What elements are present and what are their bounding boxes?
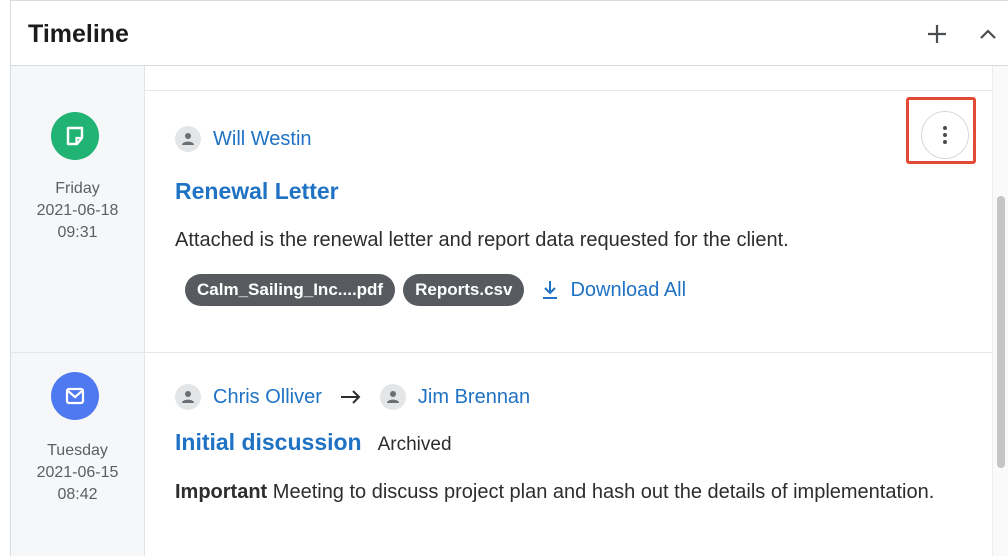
timeline-panel: Timeline Friday 2021-06-18 09:31 Will We… [10,0,1008,556]
plus-icon[interactable] [926,23,948,45]
more-vertical-icon [943,126,947,144]
status-label: Archived [377,434,452,455]
chevron-up-icon[interactable] [979,28,997,40]
to-link[interactable]: Jim Brennan [418,386,530,409]
subject-link[interactable]: Initial discussion [175,429,362,456]
panel-title: Timeline [28,20,129,48]
download-icon [543,281,558,299]
description-text: Meeting to discuss project plan and hash… [272,481,935,503]
timeline-entry: Tuesday 2021-06-15 08:42 Chris Olliver J… [11,352,993,556]
author-row: Will Westin [175,126,312,152]
scrollbar-thumb[interactable] [997,196,1005,468]
attachment-pill[interactable]: Calm_Sailing_Inc....pdf [185,274,396,306]
more-actions-button[interactable] [921,111,969,159]
arrow-right-icon [340,390,361,404]
subject-link[interactable]: Renewal Letter [175,178,339,205]
previous-entry-edge [144,66,993,91]
scrollbar-track[interactable] [992,66,1008,556]
note-icon [51,112,99,160]
email-icon [51,372,99,420]
participants-row: Chris Olliver Jim Brennan [175,384,530,410]
timeline-entry: Friday 2021-06-18 09:31 Will Westin Rene… [11,90,993,353]
user-icon [175,384,201,410]
attachments-row: Calm_Sailing_Inc....pdf Reports.csv Down… [185,274,686,306]
download-all-link[interactable]: Download All [540,279,686,302]
download-all-label: Download All [570,278,687,301]
subject-row: Renewal Letter [175,178,339,205]
author-link[interactable]: Will Westin [213,128,312,151]
entry-date: Tuesday 2021-06-15 08:42 [36,442,119,503]
attachment-pill[interactable]: Reports.csv [403,274,525,306]
description-emphasis: Important [175,481,268,503]
entry-description: Attached is the renewal letter and repor… [175,229,789,251]
subject-row: Initial discussion Archived [175,429,452,456]
user-icon [175,126,201,152]
user-icon [379,384,406,410]
from-link[interactable]: Chris Olliver [213,386,322,409]
entry-date: Friday 2021-06-18 09:31 [36,180,119,241]
timeline-header: Timeline [11,0,1008,66]
entry-description: Important Meeting to discuss project pla… [175,477,953,507]
